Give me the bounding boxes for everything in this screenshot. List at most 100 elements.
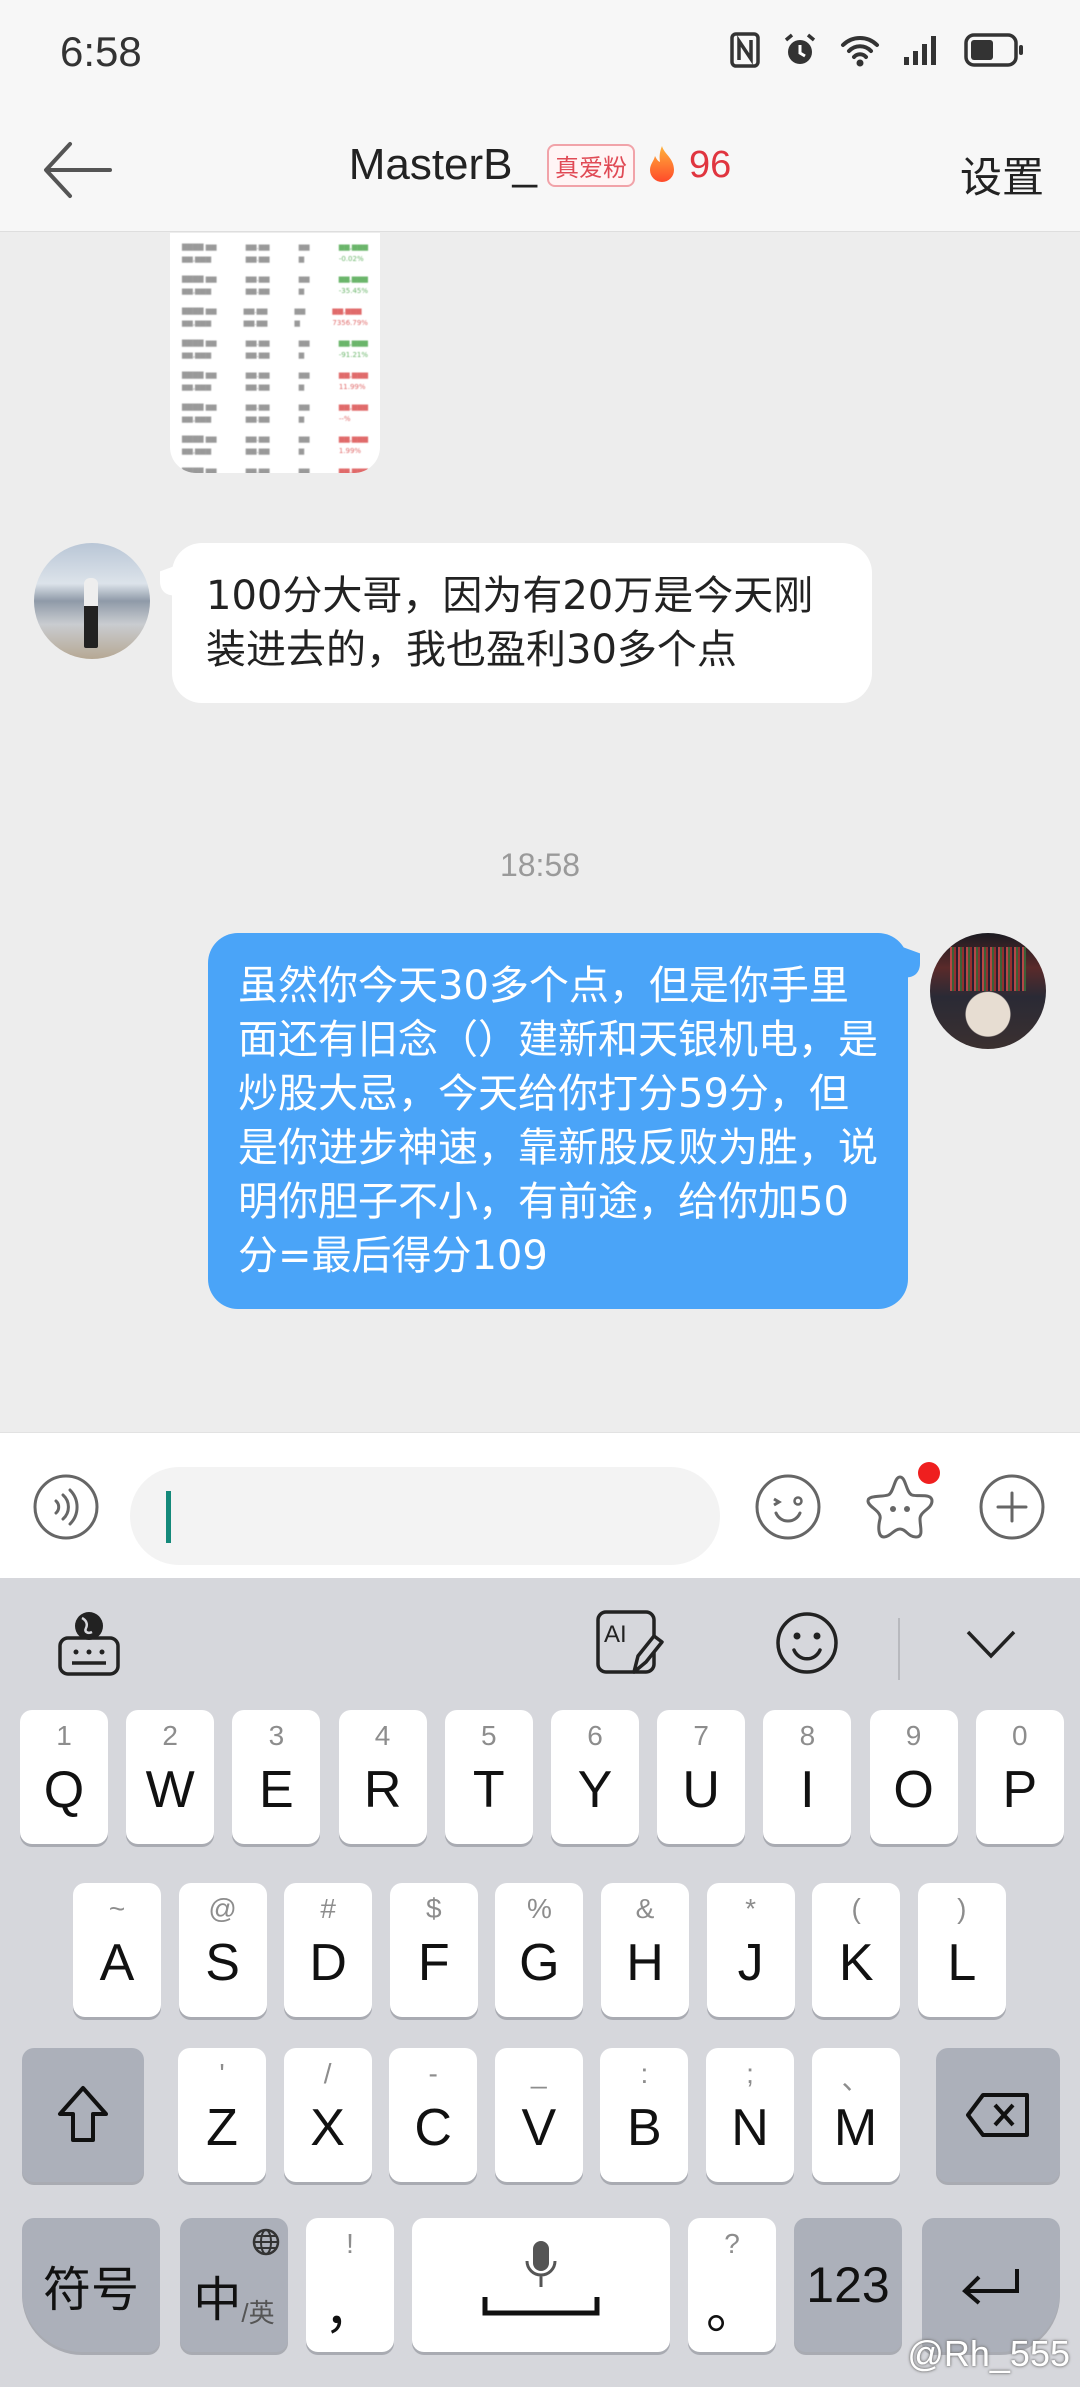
key-primary-label: V: [521, 2099, 557, 2157]
key-f[interactable]: $ F: [389, 1883, 478, 2017]
key-m[interactable]: 、 M: [811, 2048, 900, 2182]
key-q[interactable]: 1Q: [20, 1710, 108, 1844]
chat-header: MasterB_ 真爱粉 96 设置: [0, 110, 1080, 232]
settings-button[interactable]: 设置: [960, 144, 1044, 205]
key-h[interactable]: & H: [601, 1883, 689, 2017]
title-group[interactable]: MasterB_ 真爱粉 96: [0, 140, 1080, 190]
backspace-key[interactable]: [936, 2048, 1060, 2182]
lang-key-sub: /英: [241, 2298, 275, 2328]
numbers-key[interactable]: 123: [794, 2218, 902, 2352]
key-secondary-label: ;: [746, 2058, 754, 2089]
key-secondary-label: ~: [108, 1893, 126, 1924]
input-bar: [0, 1432, 1080, 1578]
outgoing-message[interactable]: 虽然你今天30多个点，但是你手里面还有旧念（）建新和天银机电，是炒股大忌，今天给…: [208, 933, 908, 1309]
key-l[interactable]: ) L: [917, 1883, 1006, 2017]
notification-dot: [918, 1462, 940, 1484]
keyboard-globe-icon[interactable]: [54, 1608, 124, 1678]
shift-icon: [58, 2086, 108, 2142]
ai-write-icon[interactable]: AI: [594, 1608, 664, 1678]
key-o[interactable]: 9O: [869, 1710, 958, 1844]
nfc-icon: [730, 32, 760, 68]
collapse-chevron-icon[interactable]: [956, 1608, 1026, 1678]
key-z[interactable]: ' Z: [178, 2048, 266, 2182]
key-e[interactable]: 3E: [232, 1710, 321, 1844]
lang-key-main: 中: [193, 2274, 242, 2327]
key-primary-label: S: [205, 1934, 240, 1992]
voice-icon[interactable]: [32, 1473, 100, 1541]
stock-row: ▇▇▇▇ ▆▆ ▆▆,▆▆▆ ▆▆.▆▆ ▆▆.▆▆ ▆▆ ▆ ▆▆,▆▆▆ 11.99%: [182, 371, 368, 391]
key-primary-label: X: [310, 2099, 345, 2157]
key-t[interactable]: 5T: [444, 1710, 533, 1844]
key-p[interactable]: 0P: [975, 1710, 1064, 1844]
image-message-stock-screenshot[interactable]: ▇▇▇▇ ▆▆ ▆▆,▆▆▆ ▆▆.▆▆ ▆▆.▆▆ ▆▆ ▆ ▆▆,▆▆▆ -0.02% ▇▇…: [170, 233, 380, 473]
sticker-star-icon[interactable]: [866, 1473, 934, 1541]
shift-key[interactable]: [22, 2048, 144, 2182]
key-v[interactable]: _ V: [494, 2048, 583, 2182]
key-primary-label: Z: [206, 2099, 238, 2157]
status-icons: [730, 32, 1024, 68]
key-secondary-label: $: [426, 1893, 442, 1924]
fire-icon: [650, 146, 674, 182]
key-g[interactable]: % G: [495, 1883, 584, 2017]
key-primary-label: L: [947, 1934, 977, 1992]
contact-avatar[interactable]: [34, 543, 150, 659]
key-u[interactable]: 7U: [657, 1710, 746, 1844]
comma-key-sub: !: [346, 2228, 354, 2259]
key-k[interactable]: (K: [812, 1883, 901, 2017]
my-avatar[interactable]: [930, 933, 1046, 1049]
key-primary-label: N: [731, 2099, 769, 2157]
space-key[interactable]: [412, 2218, 670, 2352]
intimacy-count: 96: [689, 143, 732, 186]
key-r[interactable]: 4R: [338, 1710, 427, 1844]
key-n[interactable]: ; N: [706, 2048, 794, 2182]
key-a[interactable]: ~ A: [73, 1883, 161, 2017]
key-secondary-label: _: [531, 2058, 547, 2089]
plus-circle-icon[interactable]: [978, 1473, 1046, 1541]
person-figure: [84, 578, 98, 648]
key-d[interactable]: # D: [284, 1883, 373, 2017]
symbols-key-label: 符号: [42, 2264, 139, 2317]
key-secondary-label: (: [851, 1893, 861, 1924]
mic-space-icon: [482, 2241, 600, 2316]
stock-row: ▇▇▇▇ ▆▆ ▆▆,▆▆▆ ▆▆.▆▆ ▆▆.▆▆ ▆▆ ▆ ▆▆,▆▆▆ 1.99%: [182, 435, 368, 455]
period-key[interactable]: ?。: [688, 2218, 776, 2352]
key-c[interactable]: -C: [389, 2048, 478, 2182]
key-secondary-label: #: [320, 1893, 336, 1924]
key-w[interactable]: 2W: [126, 1710, 215, 1844]
key-secondary-label: 9: [905, 1720, 922, 1751]
key-s[interactable]: @ S: [178, 1883, 267, 2017]
key-i[interactable]: 8I: [763, 1710, 852, 1844]
key-secondary-label: 4: [374, 1720, 391, 1751]
key-primary-label: W: [145, 1761, 195, 1819]
key-primary-label: A: [99, 1934, 135, 1992]
stock-row: ▇▇▇▇ ▆▆ ▆▆,▆▆▆ ▆▆.▆▆ ▆▆.▆▆ ▆▆ ▆ ▆▆,▆▆▆ -35.45%: [182, 275, 368, 295]
message-timestamp: 18:58: [499, 847, 581, 883]
stock-change-percent: --%: [338, 415, 351, 423]
stock-row: ▇▇▇▇ ▆▆▆▆,▆▆▆▆▆.▆▆▆▆.▆▆▆▆▆▆▆,▆▆▆--%: [182, 467, 368, 473]
stock-change-percent: -35.45%: [338, 287, 368, 295]
keyboard-emoji-icon[interactable]: [772, 1608, 842, 1678]
chat-messages[interactable]: ▇▇▇▇ ▆▆ ▆▆,▆▆▆ ▆▆.▆▆ ▆▆.▆▆ ▆▆ ▆ ▆▆,▆▆▆ -0.02% ▇▇…: [0, 233, 1080, 1433]
key-j[interactable]: * J: [706, 1883, 795, 2017]
message-input[interactable]: [130, 1467, 720, 1565]
key-primary-label: C: [414, 2099, 452, 2157]
enter-key[interactable]: [922, 2218, 1060, 2352]
key-primary-label: E: [259, 1761, 294, 1819]
key-x[interactable]: / X: [283, 2048, 372, 2182]
key-secondary-label: &: [635, 1893, 655, 1924]
comma-key[interactable]: !，: [306, 2218, 394, 2352]
emoji-icon[interactable]: [754, 1473, 822, 1541]
text-cursor: [166, 1491, 171, 1543]
stock-row: ▇▇▇▇ ▆▆▆▆,▆▆▆▆▆.▆▆▆▆.▆▆▆▆▆▆▆,▆▆▆--%: [182, 403, 368, 423]
key-primary-label: H: [626, 1934, 664, 1992]
language-toggle-key[interactable]: 中/英: [180, 2218, 288, 2352]
alarm-icon: [784, 33, 816, 64]
key-y[interactable]: 6Y: [551, 1710, 639, 1844]
stock-change-percent: -91.21%: [338, 351, 368, 359]
key-b[interactable]: :B: [600, 2048, 689, 2182]
stock-change-percent: 1.99%: [338, 447, 362, 455]
key-primary-label: Y: [577, 1761, 613, 1819]
key-primary-label: M: [833, 2099, 878, 2157]
symbols-key[interactable]: 符号: [22, 2218, 160, 2352]
incoming-message[interactable]: 100分大哥，因为有20万是今天刚装进去的，我也盈利30多个点: [172, 543, 872, 703]
